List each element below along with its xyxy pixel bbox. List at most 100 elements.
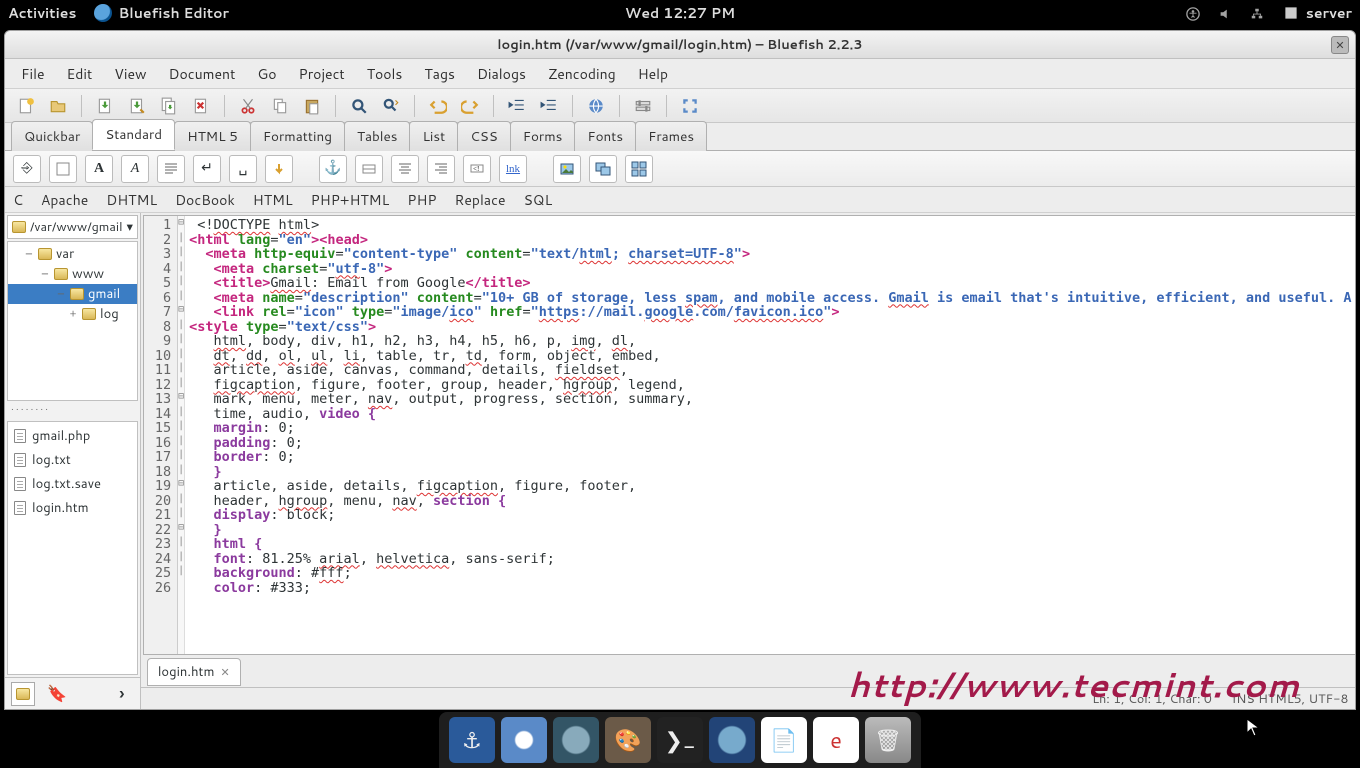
menu-project[interactable]: Project (289, 60, 355, 88)
new-file-button[interactable] (13, 93, 39, 119)
lang-html[interactable]: HTML (253, 190, 293, 210)
menu-edit[interactable]: Edit (57, 60, 103, 88)
file-log-txt-save[interactable]: log.txt.save (8, 472, 137, 496)
current-app-indicator[interactable]: Bluefish Editor (94, 3, 229, 23)
activities-button[interactable]: Activities (8, 3, 76, 23)
lang-dhtml[interactable]: DHTML (106, 190, 157, 210)
copy-button[interactable] (267, 93, 293, 119)
html-tab-frames[interactable]: Frames (635, 121, 707, 151)
html-tab-formatting[interactable]: Formatting (250, 121, 345, 151)
window-close-button[interactable]: ✕ (1331, 36, 1349, 54)
body-button[interactable] (49, 155, 77, 183)
code-editor[interactable]: 1 2 3 4 5 6 7 8 9 10 11 12 13 14 15 16 1… (143, 215, 1355, 655)
menu-file[interactable]: File (11, 60, 55, 88)
cut-button[interactable] (235, 93, 261, 119)
lang-replace[interactable]: Replace (455, 190, 506, 210)
redo-button[interactable] (457, 93, 483, 119)
dock-chromium-icon[interactable] (501, 717, 547, 763)
volume-icon[interactable] (1218, 6, 1232, 20)
tree-node-gmail[interactable]: −gmail (8, 284, 137, 304)
image-button[interactable] (553, 155, 581, 183)
menu-document[interactable]: Document (159, 60, 246, 88)
accessibility-icon[interactable] (1186, 6, 1200, 20)
dock-evince-icon[interactable]: e (813, 717, 859, 763)
clock[interactable]: Wed 12:27 PM (625, 3, 735, 23)
document-tab[interactable]: login.htm ✕ (147, 658, 241, 686)
user-menu[interactable]: server (1282, 3, 1352, 23)
sidebar-expand-button[interactable]: › (110, 682, 134, 706)
menu-zencoding[interactable]: Zencoding (538, 60, 626, 88)
paragraph-button[interactable] (157, 155, 185, 183)
lang-docbook[interactable]: DocBook (175, 190, 235, 210)
lang-php[interactable]: PHP (407, 190, 436, 210)
lang-apache[interactable]: Apache (41, 190, 88, 210)
file-list[interactable]: gmail.phplog.txtlog.txt.savelogin.htm (7, 421, 138, 675)
folder-tree[interactable]: −var−www−gmail+log (7, 241, 138, 401)
html-tab-html-5[interactable]: HTML 5 (174, 121, 251, 151)
network-icon[interactable] (1250, 6, 1264, 20)
align-center-button[interactable] (391, 155, 419, 183)
menu-view[interactable]: View (104, 60, 156, 88)
indent-button[interactable] (536, 93, 562, 119)
paste-button[interactable] (299, 93, 325, 119)
italic-button[interactable]: A (121, 155, 149, 183)
menu-dialogs[interactable]: Dialogs (467, 60, 536, 88)
hrule-button[interactable] (355, 155, 383, 183)
dock-seamonkey-icon[interactable] (553, 717, 599, 763)
menu-tags[interactable]: Tags (414, 60, 465, 88)
html-tab-fonts[interactable]: Fonts (574, 121, 636, 151)
window-titlebar[interactable]: login.htm (/var/www/gmail/login.htm) – B… (5, 31, 1355, 59)
preview-button[interactable] (583, 93, 609, 119)
fold-gutter[interactable]: ⊟ | | | | | ⊟ | | | | | ⊟ | | | | | ⊟ | … (178, 216, 185, 654)
menu-go[interactable]: Go (247, 60, 286, 88)
html-tab-css[interactable]: CSS (457, 121, 511, 151)
file-log-txt[interactable]: log.txt (8, 448, 137, 472)
dock-writer-icon[interactable]: 📄 (761, 717, 807, 763)
dock-trash-icon[interactable]: 🗑 (865, 717, 911, 763)
tree-node-log[interactable]: +log (8, 304, 137, 324)
html-tab-forms[interactable]: Forms (510, 121, 576, 151)
anchor-button[interactable]: ⚓ (319, 155, 347, 183)
preferences-button[interactable] (630, 93, 656, 119)
file-gmail-php[interactable]: gmail.php (8, 424, 137, 448)
lang-sql[interactable]: SQL (524, 190, 553, 210)
dock-terminal-icon[interactable]: ❯_ (657, 717, 703, 763)
tree-node-var[interactable]: −var (8, 244, 137, 264)
tree-node-www[interactable]: −www (8, 264, 137, 284)
arrow-down-button[interactable] (265, 155, 293, 183)
link-button[interactable]: lnk (499, 155, 527, 183)
find-replace-button[interactable] (378, 93, 404, 119)
html-tab-quickbar[interactable]: Quickbar (11, 121, 93, 151)
html-tab-tables[interactable]: Tables (344, 121, 411, 151)
menu-help[interactable]: Help (628, 60, 678, 88)
lang-phpplushtml[interactable]: PHP+HTML (311, 190, 390, 210)
save-button[interactable] (92, 93, 118, 119)
open-file-button[interactable] (45, 93, 71, 119)
close-tab-icon[interactable]: ✕ (220, 664, 229, 680)
dock-gimp-icon[interactable]: 🎨 (605, 717, 651, 763)
multi-thumbnail-button[interactable] (625, 155, 653, 183)
nbsp-button[interactable]: ␣ (229, 155, 257, 183)
close-file-button[interactable] (188, 93, 214, 119)
html-tab-list[interactable]: List (409, 121, 458, 151)
quickstart-button[interactable]: ⎆ (13, 155, 41, 183)
bold-button[interactable]: A (85, 155, 113, 183)
file-login-htm[interactable]: login.htm (8, 496, 137, 520)
menu-tools[interactable]: Tools (357, 60, 413, 88)
comment-button[interactable]: <! (463, 155, 491, 183)
thumbnail-button[interactable] (589, 155, 617, 183)
dock-iceweasel-icon[interactable] (709, 717, 755, 763)
file-browser-tab-button[interactable] (11, 682, 35, 706)
code-area[interactable]: <!DOCTYPE html><html lang="en"><head> <m… (185, 216, 1355, 654)
tree-grip[interactable]: ········ (5, 401, 140, 419)
unindent-button[interactable] (504, 93, 530, 119)
find-button[interactable] (346, 93, 372, 119)
align-right-button[interactable] (427, 155, 455, 183)
lang-c[interactable]: C (13, 190, 23, 210)
undo-button[interactable] (425, 93, 451, 119)
html-tab-standard[interactable]: Standard (92, 119, 175, 150)
fullscreen-button[interactable] (677, 93, 703, 119)
break-button[interactable]: ↵ (193, 155, 221, 183)
save-all-button[interactable] (156, 93, 182, 119)
path-selector[interactable]: /var/www/gmail ▾ (7, 215, 138, 239)
